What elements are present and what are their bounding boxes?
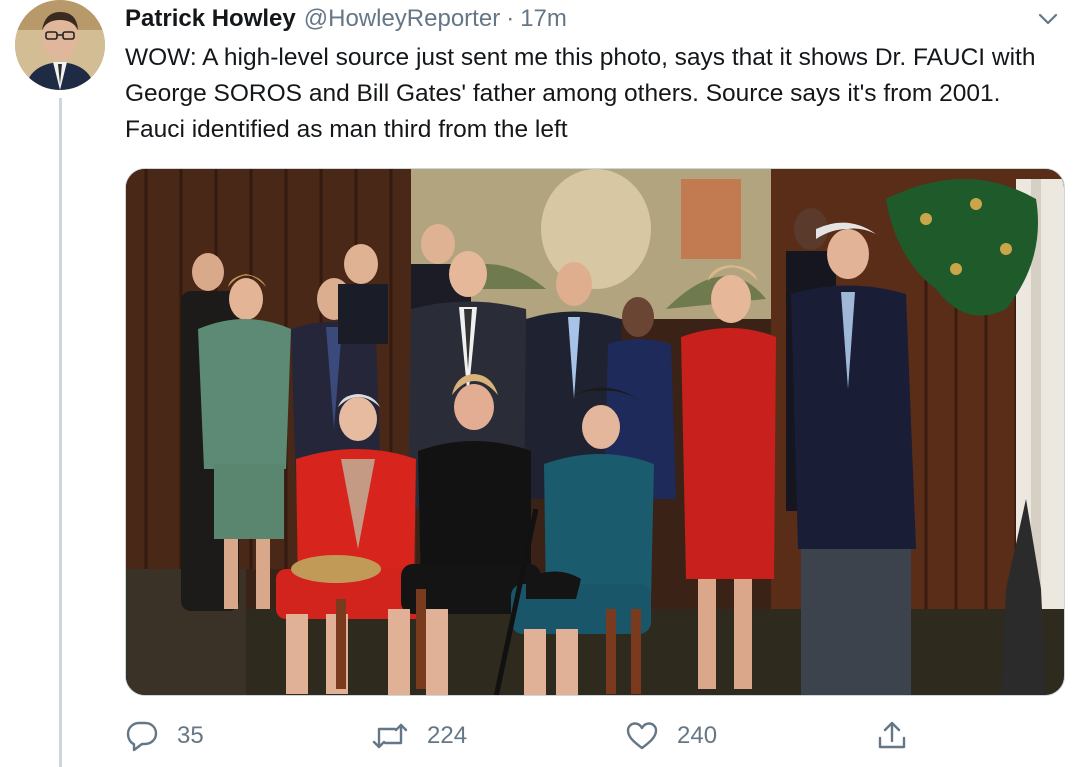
- thread-line: [59, 98, 62, 767]
- tweet-actions: 35 224 240: [125, 712, 925, 760]
- author-display-name[interactable]: Patrick Howley: [125, 5, 296, 33]
- avatar-image: [15, 0, 105, 90]
- reply-icon: [125, 719, 159, 753]
- retweet-count: 224: [427, 722, 468, 749]
- like-button[interactable]: 240: [625, 712, 717, 760]
- share-icon: [875, 719, 909, 753]
- tweet-text: WOW: A high-level source just sent me th…: [125, 44, 1036, 143]
- tweet-timestamp[interactable]: 17m: [520, 5, 567, 33]
- tweet-photo[interactable]: [125, 168, 1065, 696]
- retweet-icon: [371, 719, 409, 753]
- tweet-header: Patrick Howley @HowleyReporter · 17m: [125, 4, 1061, 34]
- retweet-button[interactable]: 224: [371, 712, 467, 760]
- avatar[interactable]: [15, 0, 105, 90]
- reply-button[interactable]: 35: [125, 712, 204, 760]
- heart-icon: [625, 719, 659, 753]
- author-handle[interactable]: @HowleyReporter: [304, 5, 500, 33]
- separator-dot: ·: [506, 5, 515, 32]
- like-count: 240: [677, 722, 718, 749]
- group-photo-image: [126, 169, 1064, 695]
- more-options-chevron-icon[interactable]: [1035, 6, 1061, 32]
- reply-count: 35: [177, 722, 204, 749]
- share-button[interactable]: [875, 712, 909, 760]
